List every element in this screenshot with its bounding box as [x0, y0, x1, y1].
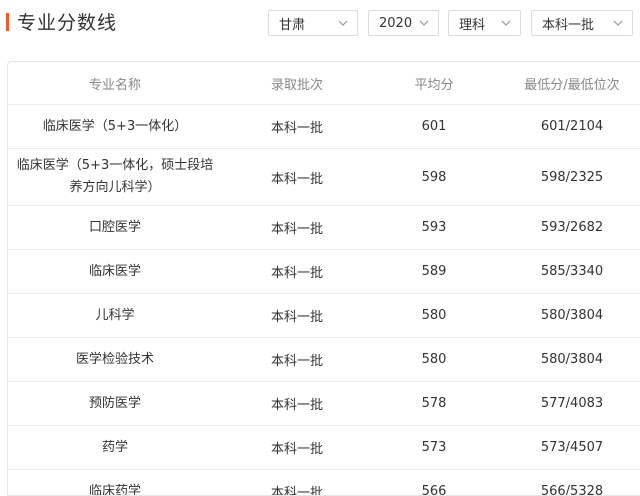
page-title: 专业分数线	[17, 12, 118, 34]
min-score-rank: 573/4507	[496, 425, 640, 470]
table-row: 儿科学 本科一批 580 580/3804	[8, 293, 640, 338]
average-score: 601	[372, 104, 496, 149]
admission-batch: 本科一批	[222, 205, 372, 250]
province-select[interactable]: 甘肃	[268, 10, 358, 36]
title-accent-bar	[6, 13, 9, 31]
average-score: 573	[372, 425, 496, 470]
chevron-down-icon	[613, 20, 623, 26]
column-header-batch: 录取批次	[222, 62, 372, 105]
chevron-down-icon	[338, 20, 348, 26]
admission-batch: 本科一批	[222, 293, 372, 338]
min-score-rank: 580/3804	[496, 293, 640, 338]
average-score: 580	[372, 293, 496, 338]
min-score-rank: 593/2682	[496, 205, 640, 250]
admission-batch: 本科一批	[222, 381, 372, 426]
score-table: 专业名称 录取批次 平均分 最低分/最低位次 临床医学（5+3一体化） 本科一批…	[8, 62, 640, 495]
table-row: 口腔医学 本科一批 593 593/2682	[8, 205, 640, 250]
major-name: 临床医学（5+3一体化）	[8, 104, 222, 149]
table-row: 临床药学 本科一批 566 566/5328	[8, 469, 640, 495]
chevron-down-icon	[501, 20, 511, 26]
admission-batch: 本科一批	[222, 337, 372, 382]
score-table-card: 专业名称 录取批次 平均分 最低分/最低位次 临床医学（5+3一体化） 本科一批…	[7, 61, 640, 496]
table-row: 医学检验技术 本科一批 580 580/3804	[8, 337, 640, 382]
min-score-rank: 580/3804	[496, 337, 640, 382]
major-name: 儿科学	[8, 293, 222, 338]
batch-select-value: 本科一批	[542, 17, 595, 33]
admission-batch: 本科一批	[222, 104, 372, 149]
major-name: 预防医学	[8, 381, 222, 426]
year-select-value: 2020	[379, 15, 413, 31]
table-row: 临床医学（5+3一体化，硕士段培养方向儿科学） 本科一批 598 598/232…	[8, 148, 640, 206]
min-score-rank: 585/3340	[496, 249, 640, 294]
admission-batch: 本科一批	[222, 425, 372, 470]
admission-batch: 本科一批	[222, 249, 372, 294]
major-name: 医学检验技术	[8, 337, 222, 382]
major-name: 临床医学（5+3一体化，硕士段培养方向儿科学）	[8, 148, 222, 206]
page-header: 专业分数线 甘肃 2020 理科 本科一批	[0, 0, 640, 50]
average-score: 589	[372, 249, 496, 294]
average-score: 578	[372, 381, 496, 426]
column-header-major: 专业名称	[8, 62, 222, 105]
table-row: 临床医学（5+3一体化） 本科一批 601 601/2104	[8, 104, 640, 149]
average-score: 580	[372, 337, 496, 382]
table-header-row: 专业名称 录取批次 平均分 最低分/最低位次	[8, 62, 640, 105]
table-row: 药学 本科一批 573 573/4507	[8, 425, 640, 470]
major-name: 临床医学	[8, 249, 222, 294]
min-score-rank: 566/5328	[496, 469, 640, 495]
column-header-min-score-rank: 最低分/最低位次	[496, 62, 640, 105]
average-score: 593	[372, 205, 496, 250]
table-row: 临床医学 本科一批 589 585/3340	[8, 249, 640, 294]
admission-batch: 本科一批	[222, 148, 372, 206]
major-name: 口腔医学	[8, 205, 222, 250]
subject-select[interactable]: 理科	[448, 10, 521, 36]
admission-batch: 本科一批	[222, 469, 372, 495]
subject-select-value: 理科	[459, 17, 486, 33]
year-select[interactable]: 2020	[368, 10, 439, 36]
chevron-down-icon	[419, 20, 429, 26]
major-name: 药学	[8, 425, 222, 470]
average-score: 566	[372, 469, 496, 495]
major-name: 临床药学	[8, 469, 222, 495]
province-select-value: 甘肃	[279, 17, 306, 33]
column-header-average: 平均分	[372, 62, 496, 105]
min-score-rank: 577/4083	[496, 381, 640, 426]
table-row: 预防医学 本科一批 578 577/4083	[8, 381, 640, 426]
batch-select[interactable]: 本科一批	[531, 10, 633, 36]
average-score: 598	[372, 148, 496, 206]
min-score-rank: 598/2325	[496, 148, 640, 206]
min-score-rank: 601/2104	[496, 104, 640, 149]
